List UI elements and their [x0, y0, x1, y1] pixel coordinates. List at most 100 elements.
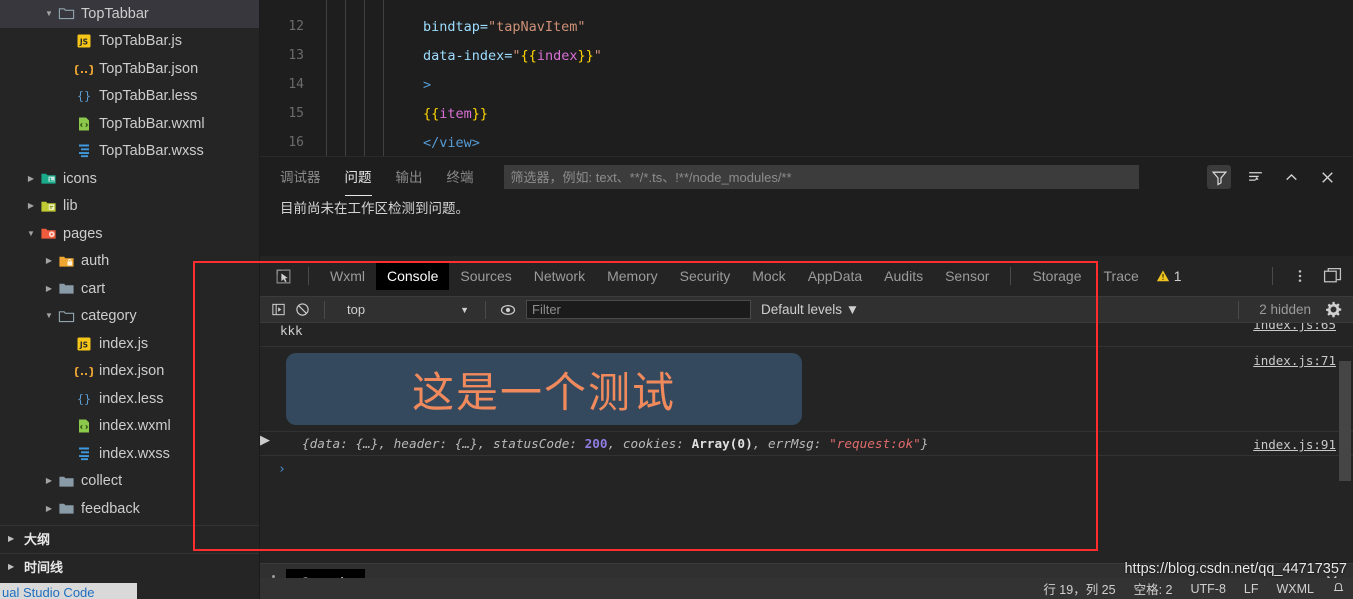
devtools-tab-appdata[interactable]: AppData: [797, 262, 873, 290]
devtools-tab-wxml[interactable]: Wxml: [319, 262, 376, 290]
warning-indicator[interactable]: 1: [1156, 268, 1182, 284]
log-row-truncated[interactable]: kkk index.js:65: [260, 323, 1353, 347]
status-cursor-position[interactable]: 行 19，列 25: [1043, 579, 1115, 598]
sidebar-section-outline[interactable]: ▶ 大纲: [0, 525, 259, 553]
tree-item-index-js[interactable]: JSindex.js: [0, 330, 259, 358]
gear-icon[interactable]: [1321, 299, 1345, 321]
hidden-messages-count[interactable]: 2 hidden: [1259, 302, 1311, 317]
log-source-link[interactable]: index.js:65: [1253, 323, 1336, 332]
code-token-quote: ": [512, 48, 520, 64]
execute-sidebar-icon[interactable]: [266, 299, 290, 321]
object-suffix: }: [921, 436, 929, 451]
file-json-icon: {..}: [74, 363, 94, 379]
chevron-down-icon[interactable]: ▼: [42, 10, 56, 18]
devtools-tab-security[interactable]: Security: [669, 262, 742, 290]
close-icon[interactable]: [1315, 165, 1339, 189]
chevron-up-icon[interactable]: [1279, 165, 1303, 189]
tree-item-auth[interactable]: ▶auth: [0, 248, 259, 276]
indent-guides: [318, 41, 423, 70]
tree-item-cart[interactable]: ▶cart: [0, 275, 259, 303]
tree-item-toptabbar-js[interactable]: JSTopTabBar.js: [0, 28, 259, 56]
tree-item-index-json[interactable]: {..}index.json: [0, 358, 259, 386]
devtools-tab-trace[interactable]: Trace: [1093, 262, 1150, 290]
console-levels-value: Default levels: [761, 302, 842, 317]
tree-item-index-wxml[interactable]: index.wxml: [0, 413, 259, 441]
inspect-element-icon[interactable]: [268, 261, 298, 291]
tree-item-collect[interactable]: ▶collect: [0, 468, 259, 496]
tree-item-pages[interactable]: ▼pages: [0, 220, 259, 248]
live-expression-icon[interactable]: [496, 299, 520, 321]
tree-item-category[interactable]: ▼category: [0, 303, 259, 331]
devtools-tab-network[interactable]: Network: [523, 262, 596, 290]
status-language-mode[interactable]: WXML: [1277, 582, 1315, 596]
devtools-tab-sources[interactable]: Sources: [449, 262, 522, 290]
tree-item-toptabbar-less[interactable]: {}TopTabBar.less: [0, 83, 259, 111]
devtools-tab-sensor[interactable]: Sensor: [934, 262, 1000, 290]
filter-icon[interactable]: [1207, 165, 1231, 189]
dock-panel-icon[interactable]: [1317, 261, 1347, 291]
tree-item-index-wxss[interactable]: index.wxss: [0, 440, 259, 468]
status-indentation[interactable]: 空格: 2: [1134, 579, 1173, 598]
tab-problems[interactable]: 问题: [345, 166, 372, 189]
chevron-right-icon[interactable]: ▶: [42, 285, 56, 293]
console-log-area[interactable]: kkk index.js:65 这是一个测试 index.js:71 ▶ {da…: [260, 323, 1353, 563]
devtools-tab-mock[interactable]: Mock: [741, 262, 796, 290]
problems-panel: 调试器 问题 输出 终端 筛选器，例如: text、**/*.ts、!**/no…: [260, 156, 1353, 256]
divider: [324, 301, 325, 319]
code-token-variable: item: [439, 106, 472, 122]
code-editor[interactable]: 12 bindtap="tapNavItem" 13 data-index="{…: [260, 0, 1353, 156]
log-row-banner[interactable]: 这是一个测试 index.js:71: [260, 347, 1353, 432]
chevron-right-icon[interactable]: ▶: [42, 257, 56, 265]
expand-triangle-icon[interactable]: ▶: [260, 432, 270, 448]
chevron-right-icon[interactable]: ▶: [24, 202, 38, 210]
file-less-icon: {}: [74, 88, 94, 104]
kebab-menu-icon[interactable]: [1285, 261, 1315, 291]
console-levels-select[interactable]: Default levels ▼: [761, 302, 859, 317]
tree-item-lib[interactable]: ▶lib: [0, 193, 259, 221]
indent-guides: [318, 99, 423, 128]
console-context-select[interactable]: top ▼: [335, 300, 475, 320]
tree-item-index-less[interactable]: {}index.less: [0, 385, 259, 413]
problems-filter-input[interactable]: 筛选器，例如: text、**/*.ts、!**/node_modules/**: [504, 165, 1139, 189]
code-line: 16 </view>: [260, 128, 1353, 156]
taskbar-vscode-item[interactable]: ual Studio Code: [0, 583, 137, 599]
devtools-tab-memory[interactable]: Memory: [596, 262, 669, 290]
collapse-all-icon[interactable]: [1243, 165, 1267, 189]
clear-console-icon[interactable]: [290, 299, 314, 321]
tree-item-toptabbar-wxss[interactable]: TopTabBar.wxss: [0, 138, 259, 166]
folder-auth-icon: [56, 253, 76, 270]
console-scrollbar-thumb[interactable]: [1339, 361, 1351, 481]
tree-item-icons[interactable]: ▶icons: [0, 165, 259, 193]
chevron-right-icon[interactable]: ▶: [42, 477, 56, 485]
notification-bell-icon[interactable]: [1332, 582, 1345, 595]
tree-item-toptabbar[interactable]: ▼TopTabbar: [0, 0, 259, 28]
tab-terminal[interactable]: 终端: [447, 166, 474, 189]
log-source-link[interactable]: index.js:71: [1253, 353, 1336, 368]
devtools-tab-console[interactable]: Console: [376, 262, 449, 290]
warning-count: 1: [1174, 268, 1182, 284]
explorer-sidebar: ▼TopTabbarJSTopTabBar.js{..}TopTabBar.js…: [0, 0, 260, 599]
indent-guides: [318, 12, 423, 41]
console-filter-input[interactable]: Filter: [526, 300, 751, 319]
chevron-right-icon[interactable]: ▶: [42, 505, 56, 513]
chevron-down-icon[interactable]: ▼: [24, 230, 38, 238]
log-source-link[interactable]: index.js:91: [1253, 437, 1336, 452]
tree-item-feedback[interactable]: ▶feedback: [0, 495, 259, 523]
svg-text:JS: JS: [79, 340, 88, 349]
console-prompt[interactable]: ›: [260, 456, 1353, 477]
panel-actions: [1207, 165, 1353, 189]
tree-item-toptabbar-json[interactable]: {..}TopTabBar.json: [0, 55, 259, 83]
status-encoding[interactable]: UTF-8: [1190, 582, 1225, 596]
sidebar-section-timeline[interactable]: ▶ 时间线: [0, 553, 259, 581]
tab-debugger[interactable]: 调试器: [280, 166, 321, 189]
devtools-tab-storage[interactable]: Storage: [1021, 262, 1092, 290]
devtools-tab-audits[interactable]: Audits: [873, 262, 934, 290]
tree-item-toptabbar-wxml[interactable]: TopTabBar.wxml: [0, 110, 259, 138]
chevron-right-icon[interactable]: ▶: [24, 175, 38, 183]
devtools-tab-bar: WxmlConsoleSourcesNetworkMemorySecurityM…: [260, 256, 1353, 297]
chevron-down-icon[interactable]: ▼: [42, 312, 56, 320]
log-row-object[interactable]: ▶ {data: {…}, header: {…}, statusCode: 2…: [260, 432, 1353, 456]
tab-output[interactable]: 输出: [396, 166, 423, 189]
status-eol[interactable]: LF: [1244, 582, 1259, 596]
file-tree[interactable]: ▼TopTabbarJSTopTabBar.js{..}TopTabBar.js…: [0, 0, 259, 523]
